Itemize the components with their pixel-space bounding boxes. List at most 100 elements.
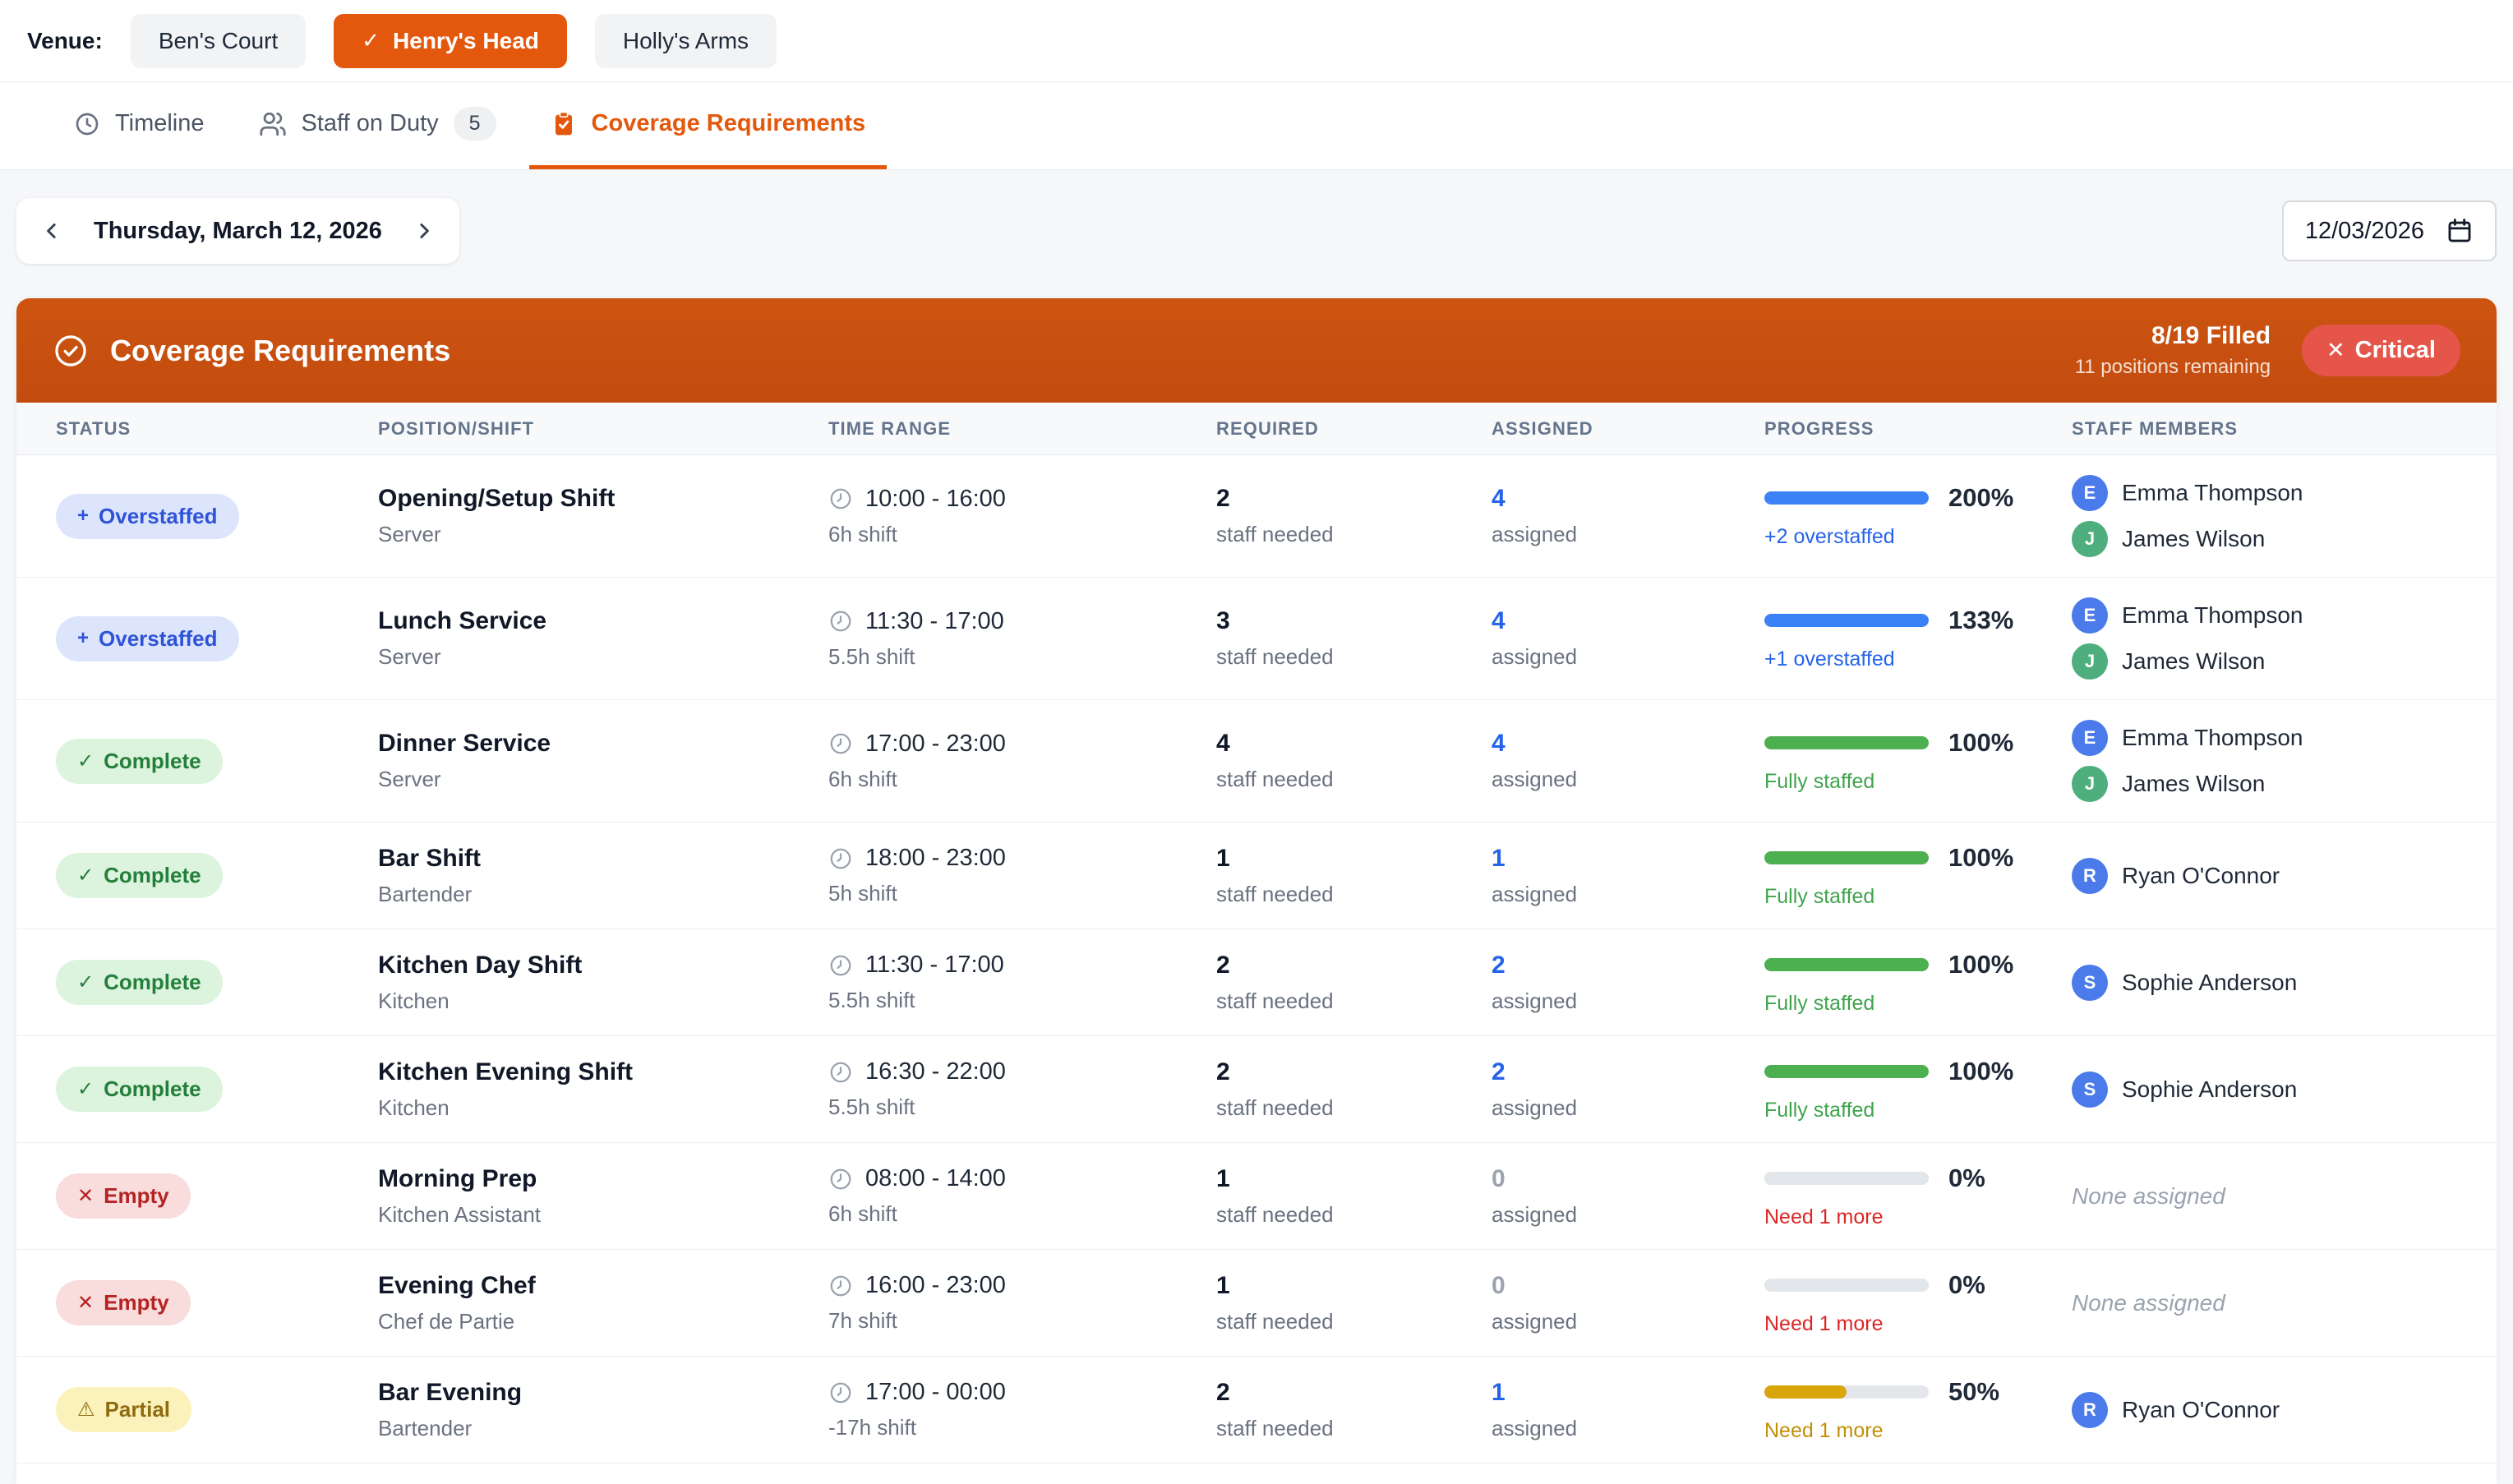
table-row: + Overstaffed Opening/Setup Shift Server… <box>16 455 2497 578</box>
staff-members-cell: None assigned <box>2072 1290 2497 1316</box>
progress-bar-fill <box>1764 736 1929 749</box>
progress-cell: 100% Fully staffed <box>1764 728 2072 794</box>
date-row: Thursday, March 12, 2026 12/03/2026 <box>16 198 2497 264</box>
progress-note: Fully staffed <box>1764 991 1875 1015</box>
progress-cell: 200% +2 overstaffed <box>1764 483 2072 549</box>
status-icon: + <box>77 627 90 649</box>
staff-count-badge: 5 <box>453 107 496 141</box>
position-cell: Bar Shift Bartender <box>378 845 828 907</box>
progress-cell: 100% Fully staffed <box>1764 843 2072 909</box>
time-range: 17:00 - 23:00 <box>865 730 1006 757</box>
staff-name: James Wilson <box>2122 648 2266 674</box>
status-icon: ✓ <box>77 1078 95 1100</box>
required-count: 2 <box>1216 1058 1230 1085</box>
progress-percent: 100% <box>1948 1056 2014 1085</box>
coverage-requirements-card: Coverage Requirements 8/19 Filled 11 pos… <box>16 298 2497 1484</box>
assigned-count[interactable]: 1 <box>1492 1379 1764 1407</box>
staff-member: E Emma Thompson <box>2072 720 2497 756</box>
clock-icon <box>830 848 851 869</box>
filled-count: 8/19 Filled <box>2151 322 2271 349</box>
staff-name: Emma Thompson <box>2122 480 2303 505</box>
venue-button-hollys-arms[interactable]: Holly's Arms <box>594 13 777 68</box>
clock-icon <box>830 488 851 509</box>
tab-staff-on-duty[interactable]: Staff on Duty 5 <box>237 82 518 169</box>
status-badge: ✓ Complete <box>56 738 223 784</box>
tab-coverage-requirements[interactable]: Coverage Requirements <box>528 82 888 169</box>
assigned-caption: assigned <box>1492 1201 1578 1227</box>
required-caption: staff needed <box>1216 1201 1334 1227</box>
assigned-cell: 1 assigned <box>1492 1379 1764 1441</box>
required-count: 4 <box>1216 730 1230 757</box>
staff-name: Sophie Anderson <box>2122 969 2298 995</box>
position-cell: Evening Chef Chef de Partie <box>378 1272 828 1334</box>
progress-note: +1 overstaffed <box>1764 648 1895 671</box>
shift-title: Dinner Service <box>378 730 551 757</box>
assigned-count[interactable]: 4 <box>1492 607 1764 635</box>
chevron-left-icon <box>47 224 56 238</box>
table-header-row: STATUS POSITION/SHIFT TIME RANGE REQUIRE… <box>16 403 2497 455</box>
staff-members-cell: E Emma Thompson J James Wilson <box>2072 597 2497 680</box>
assigned-count[interactable]: 2 <box>1492 952 1764 979</box>
column-header-position: POSITION/SHIFT <box>378 417 535 439</box>
previous-day-button[interactable] <box>28 207 76 255</box>
required-caption: staff needed <box>1216 881 1334 906</box>
required-cell: 4 staff needed <box>1216 730 1492 792</box>
progress-percent: 0% <box>1948 1270 1985 1299</box>
assigned-caption: assigned <box>1492 1415 1578 1440</box>
clock-icon <box>830 1382 851 1403</box>
column-header-required: REQUIRED <box>1216 417 1319 439</box>
date-picker-input[interactable]: 12/03/2026 <box>2281 200 2497 261</box>
progress-percent: 50% <box>1948 1376 2000 1406</box>
avatar: S <box>2072 964 2108 1001</box>
staff-members-cell: S Sophie Anderson <box>2072 964 2497 1001</box>
staff-members-cell: R Ryan O'Connor <box>2072 857 2497 894</box>
status-badge: ✓ Complete <box>56 960 223 1005</box>
table-body: + Overstaffed Opening/Setup Shift Server… <box>16 455 2497 1463</box>
staff-members-cell: E Emma Thompson J James Wilson <box>2072 475 2497 557</box>
assigned-count[interactable]: 2 <box>1492 1058 1764 1086</box>
column-header-staff-members: STAFF MEMBERS <box>2072 417 2239 439</box>
venue-button-henrys-head[interactable]: ✓ Henry's Head <box>334 13 567 68</box>
next-day-button[interactable] <box>400 207 448 255</box>
status-icon: ✓ <box>77 971 95 993</box>
status-cell: ✓ Complete <box>56 1067 378 1112</box>
required-cell: 1 staff needed <box>1216 845 1492 907</box>
venue-button-bens-court[interactable]: Ben's Court <box>130 13 307 68</box>
position-cell: Opening/Setup Shift Server <box>378 485 828 547</box>
calendar-icon <box>2448 219 2471 242</box>
shift-title: Morning Prep <box>378 1164 537 1192</box>
status-icon: ✕ <box>77 1292 95 1314</box>
progress-bar <box>1764 1171 1929 1185</box>
status-badge: ✕ Empty <box>56 1173 191 1219</box>
progress-cell: 133% +1 overstaffed <box>1764 606 2072 671</box>
assigned-count[interactable]: 1 <box>1492 845 1764 873</box>
staff-members-cell: None assigned <box>2072 1183 2497 1210</box>
status-cell: ⚠ Partial <box>56 1387 378 1432</box>
assigned-count: 0 <box>1492 1271 1505 1299</box>
users-icon <box>259 112 286 136</box>
shift-title: Kitchen Day Shift <box>378 951 583 979</box>
progress-bar-fill <box>1764 614 1929 627</box>
assigned-count[interactable]: 4 <box>1492 485 1764 513</box>
status-cell: ✕ Empty <box>56 1173 378 1219</box>
status-label: Overstaffed <box>99 625 218 651</box>
position-cell: Lunch Service Server <box>378 607 828 670</box>
required-cell: 1 staff needed <box>1216 1165 1492 1228</box>
status-label: Overstaffed <box>99 503 218 528</box>
time-range: 10:00 - 16:00 <box>865 485 1006 512</box>
staff-name: Sophie Anderson <box>2122 1076 2298 1102</box>
status-cell: ✓ Complete <box>56 960 378 1005</box>
progress-note: Need 1 more <box>1764 1311 1884 1335</box>
progress-note: Need 1 more <box>1764 1205 1884 1228</box>
staff-member: S Sophie Anderson <box>2072 964 2497 1001</box>
shift-title: Bar Shift <box>378 844 482 872</box>
staff-member: E Emma Thompson <box>2072 475 2497 511</box>
table-row: ✓ Complete Bar Shift Bartender 18:00 - 2… <box>16 823 2497 929</box>
avatar: J <box>2072 521 2108 557</box>
time-cell: 08:00 - 14:00 6h shift <box>828 1165 1216 1227</box>
shift-role: Bartender <box>378 881 473 906</box>
tab-timeline[interactable]: Timeline <box>53 82 226 169</box>
avatar: R <box>2072 1391 2108 1428</box>
assigned-cell: 2 assigned <box>1492 1058 1764 1121</box>
assigned-count[interactable]: 4 <box>1492 730 1764 758</box>
